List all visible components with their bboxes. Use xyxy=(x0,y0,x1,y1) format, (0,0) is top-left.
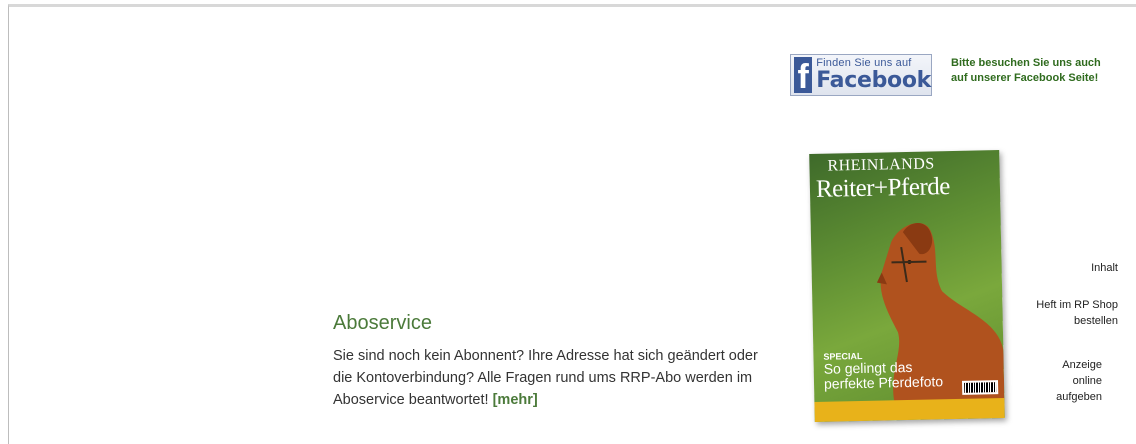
anzeige-line2: online xyxy=(1072,375,1102,387)
facebook-note-line2: auf unserer Facebook Seite! xyxy=(951,72,1099,84)
aboservice-text-block: Sie sind noch kein Abonnent? Ihre Adress… xyxy=(333,345,763,411)
inhalt-link[interactable]: Inhalt xyxy=(1091,260,1118,276)
cover-masthead-main: Reiter+Pferde xyxy=(815,173,951,203)
shop-order-link[interactable]: Heft im RP Shop bestellen xyxy=(1036,297,1118,329)
facebook-note-line1: Bitte besuchen Sie uns auch xyxy=(951,57,1101,69)
cover-special: SPECIAL So gelingt das perfekte Pferdefo… xyxy=(823,349,944,392)
facebook-badge-text: Finden Sie uns auf Facebook xyxy=(816,58,931,92)
facebook-logo-icon: f xyxy=(794,57,813,93)
cover-bottom-strip xyxy=(814,397,1005,422)
anzeige-line1: Anzeige xyxy=(1062,359,1102,371)
facebook-badge-link[interactable]: f Finden Sie uns auf Facebook xyxy=(790,54,932,96)
inhalt-label: Inhalt xyxy=(1091,262,1118,274)
aboservice-more-link[interactable]: [mehr] xyxy=(493,392,538,408)
shop-order-line1: Heft im RP Shop xyxy=(1036,299,1118,311)
facebook-note: Bitte besuchen Sie uns auch auf unserer … xyxy=(951,56,1131,86)
aboservice-title: Aboservice xyxy=(333,312,432,334)
facebook-badge-big: Facebook xyxy=(816,68,931,93)
magazine-cover-image[interactable]: RHEINLANDS Reiter+Pferde SPECIAL So geli… xyxy=(809,150,1005,422)
aboservice-text: Sie sind noch kein Abonnent? Ihre Adress… xyxy=(333,348,758,408)
anzeige-line3: aufgeben xyxy=(1056,391,1102,403)
cover-masthead: RHEINLANDS Reiter+Pferde xyxy=(815,154,996,204)
cover-special-line2: perfekte Pferdefoto xyxy=(823,373,944,392)
anzeige-online-link[interactable]: Anzeige online aufgeben xyxy=(1056,357,1102,405)
shop-order-line2: bestellen xyxy=(1073,315,1118,327)
barcode-icon xyxy=(961,380,999,395)
